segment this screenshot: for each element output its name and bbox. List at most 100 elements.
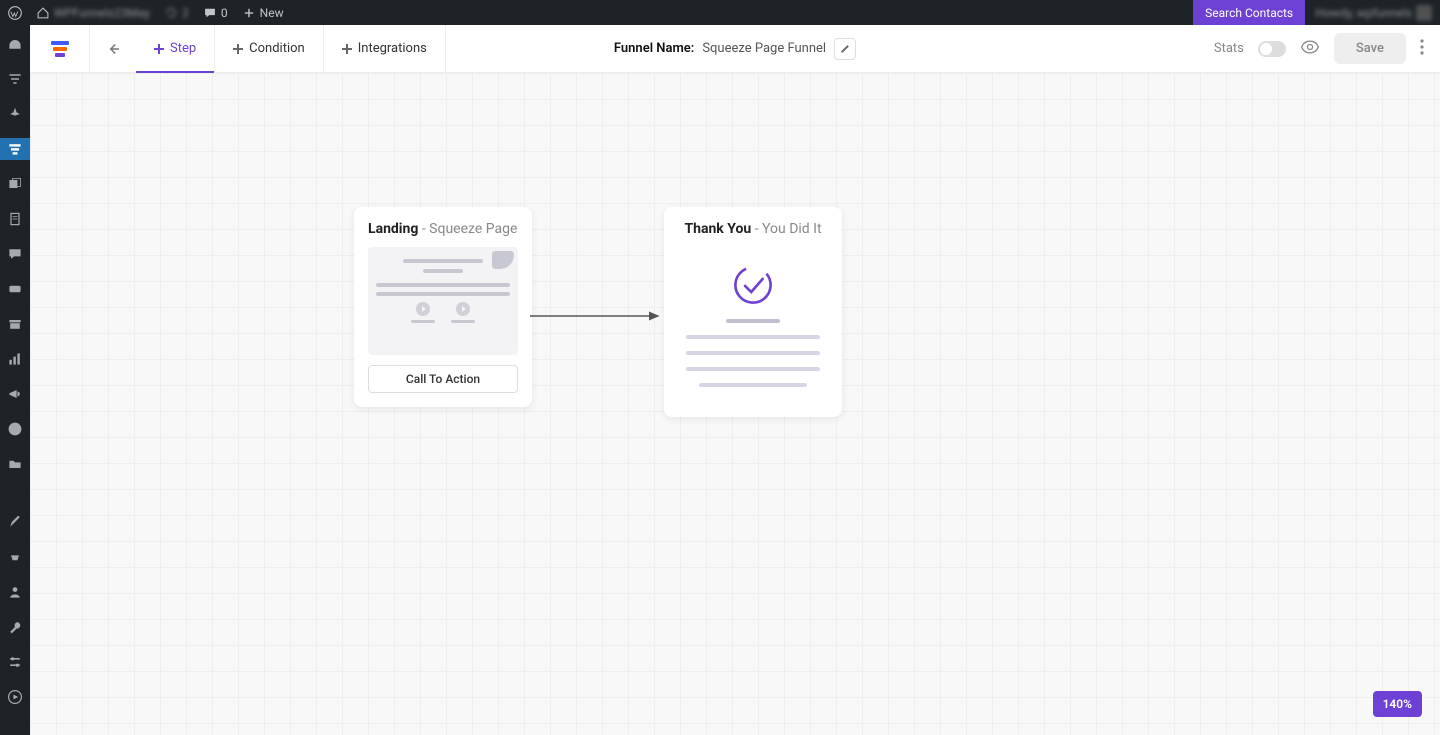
funnel-toolbar: Step Condition Integrations Funnel Name:…	[30, 25, 1440, 73]
megaphone-icon	[7, 386, 23, 402]
connector-landing-to-thankyou	[530, 309, 666, 323]
gauge-icon	[7, 36, 23, 52]
media-icon	[7, 176, 23, 192]
funnel-lines-icon	[7, 71, 23, 87]
home-icon	[36, 6, 50, 20]
sidebar-media[interactable]	[0, 173, 30, 195]
node-landing[interactable]: Landing - Squeeze Page Call To Action	[354, 207, 532, 407]
node-thankyou-header: Thank You - You Did It	[678, 221, 828, 237]
node-landing-header: Landing - Squeeze Page	[368, 221, 518, 237]
node-landing-subtitle: - Squeeze Page	[418, 221, 517, 237]
preview-button[interactable]	[1300, 37, 1320, 61]
elementor-icon	[7, 421, 23, 437]
dots-vertical-icon	[1420, 39, 1424, 55]
sidebar-appearance[interactable]	[0, 511, 30, 533]
checkmark-circle-icon	[731, 263, 775, 307]
stats-label: Stats	[1214, 41, 1244, 56]
funnel-icon	[7, 141, 23, 157]
eye-icon	[1300, 37, 1320, 57]
funnel-name: Funnel Name: Squeeze Page Funnel	[614, 38, 856, 60]
refresh-icon	[164, 6, 178, 20]
user-icon	[7, 584, 23, 600]
woo-icon	[7, 281, 23, 297]
sidebar-users[interactable]	[0, 581, 30, 603]
thankyou-preview	[678, 247, 828, 403]
plug-icon	[7, 549, 23, 565]
tab-condition[interactable]: Condition	[215, 25, 324, 73]
archive-icon	[7, 316, 23, 332]
pencil-icon	[840, 43, 851, 54]
notif-count: 2	[182, 6, 189, 20]
search-contacts-button[interactable]: Search Contacts	[1193, 0, 1305, 25]
wordpress-icon	[8, 6, 22, 20]
stats-toggle[interactable]	[1258, 41, 1286, 57]
chat-icon	[7, 246, 23, 262]
funnel-canvas[interactable]: Landing - Squeeze Page Call To Action	[30, 73, 1440, 735]
updates[interactable]: 2	[164, 6, 189, 20]
folder-icon	[7, 456, 23, 472]
sliders-icon	[7, 654, 23, 670]
tab-integrations-label: Integrations	[358, 41, 427, 56]
sidebar-plugins[interactable]	[0, 546, 30, 568]
bars-icon	[7, 351, 23, 367]
comment-icon	[203, 6, 217, 20]
more-options-button[interactable]	[1420, 39, 1424, 59]
wrench-icon	[7, 619, 23, 635]
sidebar-dashboard[interactable]	[0, 33, 30, 55]
avatar	[1416, 5, 1432, 21]
pin-icon	[7, 106, 23, 122]
arrow-left-icon	[104, 40, 122, 58]
sidebar-settings[interactable]	[0, 651, 30, 673]
landing-cta: Call To Action	[368, 365, 518, 393]
zoom-indicator[interactable]: 140%	[1373, 691, 1422, 717]
wp-logo[interactable]	[8, 6, 22, 20]
sidebar-video[interactable]	[0, 686, 30, 708]
sidebar-templates[interactable]	[0, 453, 30, 475]
sidebar-products[interactable]	[0, 313, 30, 335]
wp-admin-sidebar	[0, 25, 30, 735]
tab-step-label: Step	[170, 41, 196, 56]
site-name: WPFunnels23May	[54, 6, 150, 20]
comment-count: 0	[221, 6, 228, 20]
save-button[interactable]: Save	[1334, 33, 1406, 64]
sidebar-tools[interactable]	[0, 616, 30, 638]
funnel-name-label: Funnel Name:	[614, 41, 694, 56]
sidebar-comments[interactable]	[0, 243, 30, 265]
play-circle-icon	[7, 689, 23, 705]
sidebar-separator	[0, 488, 30, 498]
tab-step[interactable]: Step	[136, 25, 215, 73]
main-content: Step Condition Integrations Funnel Name:…	[30, 25, 1440, 735]
wp-admin-bar: WPFunnels23May 2 0 New Search Contacts H…	[0, 0, 1440, 25]
site-home[interactable]: WPFunnels23May	[36, 6, 150, 20]
funnel-name-value: Squeeze Page Funnel	[702, 41, 826, 56]
sidebar-pin[interactable]	[0, 103, 30, 125]
wpfunnels-logo[interactable]	[30, 25, 90, 73]
new-label: New	[260, 6, 284, 20]
brush-icon	[7, 514, 23, 530]
landing-preview	[368, 247, 518, 355]
back-button[interactable]	[90, 40, 136, 58]
sidebar-marketing[interactable]	[0, 383, 30, 405]
sidebar-wpfunnels[interactable]	[0, 138, 30, 160]
tab-integrations[interactable]: Integrations	[324, 25, 446, 73]
sidebar-woo[interactable]	[0, 278, 30, 300]
new-content[interactable]: New	[242, 6, 284, 20]
edit-funnel-name-button[interactable]	[834, 38, 856, 60]
node-landing-title: Landing	[368, 221, 418, 237]
sidebar-elementor[interactable]	[0, 418, 30, 440]
node-thankyou-subtitle: - You Did It	[751, 221, 821, 237]
plus-icon	[154, 44, 164, 54]
node-thankyou-title: Thank You	[684, 221, 751, 237]
howdy-user[interactable]: Howdy, wpfunnels	[1315, 5, 1432, 21]
plus-icon	[233, 44, 243, 54]
funnel-logo-icon	[51, 41, 69, 57]
sidebar-pages[interactable]	[0, 208, 30, 230]
pages-icon	[7, 211, 23, 227]
plus-icon	[342, 44, 352, 54]
tab-condition-label: Condition	[249, 41, 305, 56]
plus-icon	[242, 6, 256, 20]
sidebar-analytics[interactable]	[0, 348, 30, 370]
sidebar-funnel-alt[interactable]	[0, 68, 30, 90]
node-thankyou[interactable]: Thank You - You Did It	[664, 207, 842, 417]
comments[interactable]: 0	[203, 6, 228, 20]
